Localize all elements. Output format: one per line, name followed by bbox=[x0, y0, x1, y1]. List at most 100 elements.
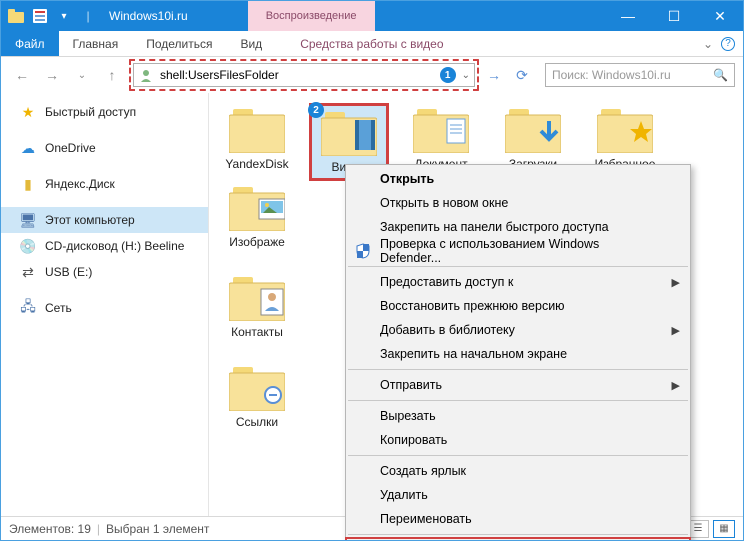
folder-icon bbox=[505, 107, 561, 153]
context-menu-label: Открыть bbox=[380, 172, 434, 186]
navigation-bar: ← → ⌄ ↑ shell:UsersFilesFolder 1 ⌄ → ⟳ П… bbox=[1, 57, 743, 93]
context-menu-separator bbox=[348, 534, 688, 535]
folder-icon bbox=[229, 365, 285, 411]
context-menu-separator bbox=[348, 369, 688, 370]
sidebar-item-быстрый-доступ[interactable]: ★ Быстрый доступ bbox=[1, 99, 208, 125]
sidebar-item-usb-e-[interactable]: ⇄ USB (E:) bbox=[1, 259, 208, 285]
folder-item[interactable]: Ссылки bbox=[217, 361, 297, 433]
forward-button[interactable]: → bbox=[39, 62, 65, 88]
context-menu-label: Создать ярлык bbox=[380, 464, 466, 478]
window-controls: — ☐ ✕ bbox=[605, 1, 743, 31]
go-button[interactable]: → bbox=[483, 67, 505, 83]
context-menu-item[interactable]: Добавить в библиотеку ▶ bbox=[346, 318, 690, 342]
context-menu-item[interactable]: Удалить bbox=[346, 483, 690, 507]
tab-video-tools[interactable]: Средства работы с видео bbox=[286, 31, 457, 56]
sidebar-item-cd-дисковод-h-beeline[interactable]: 💿CD-дисковод (H:) Beeline bbox=[1, 233, 208, 259]
status-item-count: Элементов: 19 bbox=[9, 522, 91, 536]
context-menu-label: Открыть в новом окне bbox=[380, 196, 508, 210]
submenu-arrow-icon: ▶ bbox=[672, 379, 680, 392]
context-menu-item[interactable]: Проверка с использованием Windows Defend… bbox=[346, 239, 690, 263]
context-menu-item[interactable]: Переименовать bbox=[346, 507, 690, 531]
sidebar-icon: ☁ bbox=[19, 139, 37, 157]
maximize-button[interactable]: ☐ bbox=[651, 1, 697, 31]
tab-home[interactable]: Главная bbox=[59, 31, 133, 56]
back-button[interactable]: ← bbox=[9, 62, 35, 88]
search-placeholder: Поиск: Windows10i.ru bbox=[552, 68, 671, 82]
sidebar-label: CD-дисковод (H:) Beeline bbox=[45, 239, 184, 253]
context-menu-label: Переименовать bbox=[380, 512, 472, 526]
sidebar-label: Яндекс.Диск bbox=[45, 177, 115, 191]
folder-item[interactable]: Изображе bbox=[217, 181, 297, 253]
tab-share[interactable]: Поделиться bbox=[132, 31, 226, 56]
context-menu-label: Вырезать bbox=[380, 409, 436, 423]
folder-label: YandexDisk bbox=[225, 157, 288, 171]
folder-icon bbox=[229, 107, 285, 153]
quick-access-toolbar: ▾ | bbox=[1, 5, 99, 27]
sidebar-item-яндекс-диск[interactable]: ▮ Яндекс.Диск bbox=[1, 171, 208, 197]
status-selection: Выбран 1 элемент bbox=[106, 522, 209, 536]
address-text[interactable]: shell:UsersFilesFolder bbox=[160, 68, 434, 82]
folder-item[interactable]: Контакты bbox=[217, 271, 297, 343]
context-menu-item[interactable]: Открыть bbox=[346, 167, 690, 191]
context-menu-label: Удалить bbox=[380, 488, 428, 502]
context-menu-item[interactable]: Восстановить прежнюю версию bbox=[346, 294, 690, 318]
context-menu-separator bbox=[348, 455, 688, 456]
submenu-arrow-icon: ▶ bbox=[672, 324, 680, 337]
properties-icon[interactable] bbox=[29, 5, 51, 27]
sidebar-icon: ⇄ bbox=[19, 263, 37, 281]
help-icon[interactable]: ? bbox=[721, 37, 735, 51]
view-icons-button[interactable]: ▦ bbox=[713, 520, 735, 538]
context-menu-item[interactable]: Отправить▶ bbox=[346, 373, 690, 397]
search-icon: 🔍 bbox=[713, 68, 728, 82]
context-menu-item[interactable]: Открыть в новом окне bbox=[346, 191, 690, 215]
sidebar-item-этот-компьютер[interactable]: 🖥Этот компьютер bbox=[1, 207, 208, 233]
context-menu-separator bbox=[348, 266, 688, 267]
context-menu-label: Проверка с использованием Windows Defend… bbox=[380, 237, 662, 265]
context-menu-label: Закрепить на панели быстрого доступа bbox=[380, 220, 609, 234]
search-box[interactable]: Поиск: Windows10i.ru 🔍 bbox=[545, 63, 735, 87]
ribbon-expand-icon[interactable]: ⌄ bbox=[703, 37, 713, 51]
refresh-button[interactable]: ⟳ bbox=[509, 62, 535, 88]
folder-label: Ссылки bbox=[236, 415, 278, 429]
sidebar-icon: 🖧 bbox=[19, 299, 37, 317]
minimize-button[interactable]: — bbox=[605, 1, 651, 31]
divider-icon: | bbox=[77, 5, 99, 27]
context-menu-item[interactable]: Вырезать bbox=[346, 404, 690, 428]
context-menu-item[interactable]: Закрепить на панели быстрого доступа bbox=[346, 215, 690, 239]
context-menu-item[interactable]: Предоставить доступ к ▶ bbox=[346, 270, 690, 294]
address-bar[interactable]: shell:UsersFilesFolder 1 ⌄ bbox=[133, 63, 475, 87]
context-menu-label: Предоставить доступ к bbox=[380, 275, 513, 289]
annotation-badge-1: 1 bbox=[440, 67, 456, 83]
sidebar-item-сеть[interactable]: 🖧 Сеть bbox=[1, 295, 208, 321]
recent-locations-button[interactable]: ⌄ bbox=[69, 62, 95, 88]
sidebar-label: Этот компьютер bbox=[45, 213, 135, 227]
context-menu-item[interactable]: Копировать bbox=[346, 428, 690, 452]
up-button[interactable]: ↑ bbox=[99, 62, 125, 88]
tab-view[interactable]: Вид bbox=[226, 31, 276, 56]
address-dropdown-icon[interactable]: ⌄ bbox=[462, 70, 470, 81]
context-menu-separator bbox=[348, 400, 688, 401]
sidebar-icon: ▮ bbox=[19, 175, 37, 193]
user-icon bbox=[138, 67, 154, 83]
context-menu-item[interactable]: Создать ярлык bbox=[346, 459, 690, 483]
context-menu-label: Закрепить на начальном экране bbox=[380, 347, 567, 361]
sidebar-item-onedrive[interactable]: ☁ OneDrive bbox=[1, 135, 208, 161]
sidebar-icon: ★ bbox=[19, 103, 37, 121]
context-menu-label: Добавить в библиотеку bbox=[380, 323, 515, 337]
folder-icon bbox=[5, 5, 27, 27]
sidebar-label: USB (E:) bbox=[45, 265, 92, 279]
file-tab[interactable]: Файл bbox=[1, 31, 59, 56]
sidebar-label: Сеть bbox=[45, 301, 72, 315]
close-button[interactable]: ✕ bbox=[697, 1, 743, 31]
folder-item[interactable]: YandexDisk bbox=[217, 103, 297, 181]
context-menu-label: Восстановить прежнюю версию bbox=[380, 299, 565, 313]
explorer-window: ▾ | Windows10i.ru Воспроизведение — ☐ ✕ … bbox=[0, 0, 744, 541]
sidebar-label: Быстрый доступ bbox=[45, 105, 136, 119]
sidebar-label: OneDrive bbox=[45, 141, 96, 155]
context-menu-item[interactable]: Закрепить на начальном экране bbox=[346, 342, 690, 366]
folder-icon bbox=[229, 275, 285, 321]
context-menu-label: Копировать bbox=[380, 433, 447, 447]
qat-dropdown-icon[interactable]: ▾ bbox=[53, 5, 75, 27]
window-title: Windows10i.ru bbox=[99, 9, 188, 23]
submenu-arrow-icon: ▶ bbox=[672, 276, 680, 289]
